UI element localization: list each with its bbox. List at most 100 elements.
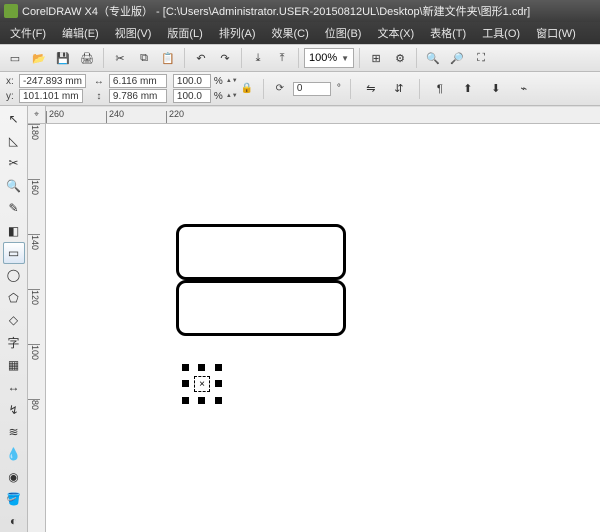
selection-handle-icon[interactable] [215,364,222,371]
spinner-icon[interactable]: ▲▼ [226,78,234,84]
rounded-rectangle-shape[interactable] [176,280,346,336]
pick-tool-icon[interactable]: ↖ [3,108,25,129]
mirror-h-icon[interactable]: ⇋ [360,78,382,100]
menu-table[interactable]: 表格(T) [424,23,472,43]
text-tool-icon[interactable]: 字 [3,332,25,353]
x-value-field[interactable]: -247.893 mm [19,74,86,88]
zoom-value: 100% [309,52,337,64]
save-icon[interactable]: 💾 [52,47,74,69]
selection-handle-icon[interactable] [198,364,205,371]
outline-tool-icon[interactable]: ◉ [3,466,25,487]
cut-icon[interactable]: ✂ [109,47,131,69]
degree-label: ° [337,83,341,94]
ruler-origin[interactable]: ⌖ [28,106,46,124]
interactive-blend-tool-icon[interactable]: ≋ [3,421,25,442]
ruler-tick: 140 [28,234,40,289]
ellipse-tool-icon[interactable]: ◯ [3,265,25,286]
connector-tool-icon[interactable]: ↯ [3,399,25,420]
dimension-tool-icon[interactable]: ↔ [3,377,25,398]
ruler-tick: 80 [28,399,40,454]
menu-window[interactable]: 窗口(W) [530,23,582,43]
menu-arrange[interactable]: 排列(A) [213,23,262,43]
menu-layout[interactable]: 版面(L) [161,23,208,43]
paste-icon[interactable]: 📋 [157,47,179,69]
selection-handle-icon[interactable] [215,380,222,387]
rectangle-tool-icon[interactable]: ▭ [3,242,25,263]
menu-bitmap[interactable]: 位图(B) [319,23,368,43]
zoom-tool-icon[interactable]: 🔍 [3,175,25,196]
table-tool-icon[interactable]: ▦ [3,354,25,375]
import-icon[interactable]: ⤓ [247,47,269,69]
eyedropper-tool-icon[interactable]: 💧 [3,444,25,465]
scale-y-field[interactable]: 100.0 [173,89,211,103]
zoom-out-icon[interactable]: 🔎 [446,47,468,69]
menu-edit[interactable]: 编辑(E) [56,23,105,43]
freehand-tool-icon[interactable]: ✎ [3,198,25,219]
selection-handle-icon[interactable] [182,364,189,371]
new-icon[interactable]: ▭ [4,47,26,69]
selection-handle-icon[interactable] [182,397,189,404]
zoom-in-icon[interactable]: 🔍 [422,47,444,69]
pct-label: % [214,91,223,102]
shape-tool-icon[interactable]: ◺ [3,130,25,151]
zoom-level-combo[interactable]: 100% ▼ [304,48,354,68]
ruler-tick: 180 [28,124,40,179]
selected-shape-center-icon[interactable]: × [194,376,210,392]
width-icon: ↔ [92,74,106,88]
copy-icon[interactable]: ⧉ [133,47,155,69]
ruler-tick: 160 [28,179,40,234]
polygon-tool-icon[interactable]: ⬠ [3,287,25,308]
open-icon[interactable]: 📂 [28,47,50,69]
menu-tools[interactable]: 工具(O) [476,23,526,43]
toolbox: ↖ ◺ ✂ 🔍 ✎ ◧ ▭ ◯ ⬠ ◇ 字 ▦ ↔ ↯ ≋ 💧 ◉ 🪣 ◐ [0,106,28,532]
export-icon[interactable]: ⤒ [271,47,293,69]
property-bar: x: -247.893 mm y: 101.101 mm ↔ 6.116 mm … [0,72,600,106]
menu-text[interactable]: 文本(X) [371,23,420,43]
redo-icon[interactable]: ↷ [214,47,236,69]
selected-object[interactable]: × [182,364,222,404]
size-block: ↔ 6.116 mm ↕ 9.786 mm [92,74,167,103]
separator [241,48,242,68]
doc-path: [C:\Users\Administrator.USER-20150812UL\… [163,6,530,18]
selection-handle-icon[interactable] [198,397,205,404]
wrap-text-icon[interactable]: ¶ [429,78,451,100]
position-block: x: -247.893 mm y: 101.101 mm [6,74,86,103]
fill-tool-icon[interactable]: 🪣 [3,488,25,509]
vertical-ruler[interactable]: 180 160 140 120 100 80 [28,124,46,532]
separator [298,48,299,68]
window-title: CorelDRAW X4（专业版） - [C:\Users\Administra… [22,3,596,19]
rounded-rectangle-shape[interactable] [176,224,346,280]
undo-icon[interactable]: ↶ [190,47,212,69]
canvas[interactable]: × [46,124,600,532]
mirror-v-icon[interactable]: ⇵ [388,78,410,100]
scale-x-field[interactable]: 100.0 [173,74,211,88]
separator [103,48,104,68]
canvas-area[interactable]: × [46,124,600,532]
separator [359,48,360,68]
to-front-icon[interactable]: ⬆ [457,78,479,100]
basic-shapes-tool-icon[interactable]: ◇ [3,309,25,330]
to-back-icon[interactable]: ⬇ [485,78,507,100]
interactive-fill-tool-icon[interactable]: ◐ [3,511,25,532]
print-icon[interactable]: 🖨 [76,47,98,69]
selection-handle-icon[interactable] [215,397,222,404]
rotation-field[interactable]: 0 [293,82,331,96]
snap-icon[interactable]: ⊞ [365,47,387,69]
y-value-field[interactable]: 101.101 mm [19,89,83,103]
spinner-icon[interactable]: ▲▼ [226,93,234,99]
convert-curves-icon[interactable]: ⌁ [513,78,535,100]
height-field[interactable]: 9.786 mm [109,89,167,103]
width-field[interactable]: 6.116 mm [109,74,167,88]
options-icon[interactable]: ⚙ [389,47,411,69]
crop-tool-icon[interactable]: ✂ [3,153,25,174]
selection-handle-icon[interactable] [182,380,189,387]
app-icon [4,4,18,18]
fullscreen-icon[interactable]: ⛶ [470,47,492,69]
menu-view[interactable]: 视图(V) [109,23,158,43]
menu-file[interactable]: 文件(F) [4,23,52,43]
lock-ratio-icon[interactable]: 🔒 [240,82,254,96]
menu-effects[interactable]: 效果(C) [266,23,315,43]
ruler-tick: 260 [49,109,64,119]
horizontal-ruler[interactable]: 260 240 220 [46,106,600,124]
smart-fill-tool-icon[interactable]: ◧ [3,220,25,241]
